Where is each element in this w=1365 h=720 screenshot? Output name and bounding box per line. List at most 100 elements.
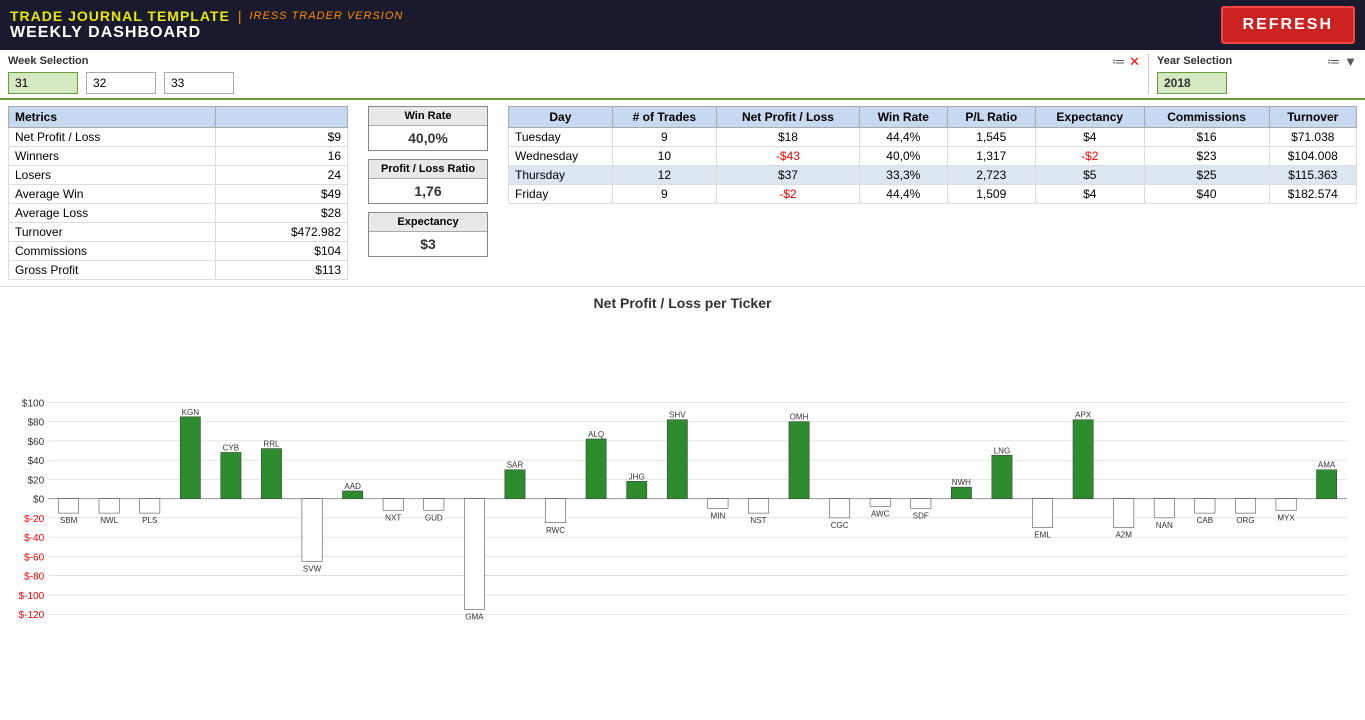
bar xyxy=(383,499,403,511)
day-turnover: $104.008 xyxy=(1269,147,1356,166)
day-commissions: $23 xyxy=(1144,147,1269,166)
day-net-pl: $18 xyxy=(716,128,859,147)
day-expectancy: $4 xyxy=(1035,185,1144,204)
metric-value: $49 xyxy=(215,185,347,204)
day-pl-ratio: 1,509 xyxy=(947,185,1035,204)
day-col-header: Day xyxy=(509,107,613,128)
day-turnover: $182.574 xyxy=(1269,185,1356,204)
bar xyxy=(1154,499,1174,518)
ticker-label: NWH xyxy=(952,478,971,487)
day-trades: 9 xyxy=(612,185,716,204)
ticker-label: APX xyxy=(1075,411,1092,420)
metric-value: $113 xyxy=(215,261,347,280)
bar xyxy=(586,439,606,499)
bar xyxy=(302,499,322,562)
header-left: TRADE JOURNAL TEMPLATE | IRESS TRADER VE… xyxy=(10,8,403,42)
bar xyxy=(505,470,525,499)
ticker-label: MIN xyxy=(711,511,726,520)
bar xyxy=(829,499,849,518)
ticker-label: CYB xyxy=(223,443,240,452)
header-titles: TRADE JOURNAL TEMPLATE | IRESS TRADER VE… xyxy=(10,8,403,42)
pl-ratio-value: 1,76 xyxy=(377,183,479,199)
win-rate-value: 40,0% xyxy=(377,130,479,146)
chart-container: $100$80$60$40$20$0$-20$-40$-60$-80$-100$… xyxy=(8,315,1357,702)
year-filter-sort-icon[interactable]: ≔ xyxy=(1327,54,1340,70)
metric-label: Commissions xyxy=(9,242,216,261)
week-input-2[interactable] xyxy=(86,72,156,94)
year-input[interactable] xyxy=(1157,72,1227,94)
svg-text:$-40: $-40 xyxy=(24,533,45,544)
year-filter-clear-icon[interactable]: ▼ xyxy=(1344,54,1357,70)
ticker-label: SAR xyxy=(507,461,524,470)
metric-label: Losers xyxy=(9,166,216,185)
bar-chart: $100$80$60$40$20$0$-20$-40$-60$-80$-100$… xyxy=(8,315,1357,702)
ticker-label: SDF xyxy=(913,511,929,520)
week-input-1[interactable] xyxy=(8,72,78,94)
metrics-col-header: Metrics xyxy=(9,107,216,128)
win-rate-box: Win Rate 40,0% xyxy=(368,106,488,151)
bar xyxy=(1195,499,1215,513)
metric-value: $104 xyxy=(215,242,347,261)
week-inputs-row xyxy=(8,72,1140,94)
week-selection-area: Week Selection ≔ ✕ xyxy=(8,54,1140,94)
bar xyxy=(708,499,728,509)
metrics-row: Winners16 xyxy=(9,147,348,166)
svg-text:$0: $0 xyxy=(33,495,45,506)
metrics-row: Gross Profit$113 xyxy=(9,261,348,280)
metric-label: Net Profit / Loss xyxy=(9,128,216,147)
expectancy-value: $3 xyxy=(377,236,479,252)
pl-ratio-label: Profit / Loss Ratio xyxy=(369,160,487,179)
week-filter-clear-icon[interactable]: ✕ xyxy=(1129,54,1140,70)
day-win-rate: 33,3% xyxy=(860,166,948,185)
metric-value: 16 xyxy=(215,147,347,166)
day-name: Thursday xyxy=(509,166,613,185)
day-turnover: $71.038 xyxy=(1269,128,1356,147)
chart-title: Net Profit / Loss per Ticker xyxy=(8,295,1357,311)
bar xyxy=(261,449,281,499)
metric-label: Winners xyxy=(9,147,216,166)
metric-value: $9 xyxy=(215,128,347,147)
pl-ratio-box: Profit / Loss Ratio 1,76 xyxy=(368,159,488,204)
ticker-label: EML xyxy=(1034,531,1051,540)
bar xyxy=(992,455,1012,498)
header-divider: | xyxy=(238,8,242,24)
svg-text:$-20: $-20 xyxy=(24,514,45,525)
day-net-pl: -$2 xyxy=(716,185,859,204)
svg-text:$-80: $-80 xyxy=(24,572,45,583)
year-selection-label: Year Selection xyxy=(1157,55,1232,67)
bar xyxy=(140,499,160,513)
refresh-button[interactable]: REFRESH xyxy=(1221,6,1355,44)
day-expectancy: $5 xyxy=(1035,166,1144,185)
metrics-row: Turnover$472.982 xyxy=(9,223,348,242)
week-filter-sort-icon[interactable]: ≔ xyxy=(1112,54,1125,70)
bar xyxy=(1114,499,1134,528)
week-selection-label: Week Selection xyxy=(8,55,89,67)
day-col-header: # of Trades xyxy=(612,107,716,128)
ticker-label: AMA xyxy=(1318,461,1336,470)
day-commissions: $25 xyxy=(1144,166,1269,185)
ticker-label: NST xyxy=(750,516,766,525)
metrics-table: Metrics Net Profit / Loss$9Winners16Lose… xyxy=(8,106,348,280)
metric-value: 24 xyxy=(215,166,347,185)
day-expectancy: -$2 xyxy=(1035,147,1144,166)
ticker-label: NXT xyxy=(385,513,401,522)
bar xyxy=(545,499,565,523)
bar xyxy=(1276,499,1296,511)
chart-section: Net Profit / Loss per Ticker $100$80$60$… xyxy=(0,287,1365,720)
ticker-label: RRL xyxy=(263,440,280,449)
day-win-rate: 44,4% xyxy=(860,128,948,147)
day-table: Day# of TradesNet Profit / LossWin RateP… xyxy=(508,106,1357,280)
day-name: Wednesday xyxy=(509,147,613,166)
ticker-label: MYX xyxy=(1277,513,1295,522)
metric-label: Average Win xyxy=(9,185,216,204)
ticker-label: NAN xyxy=(1156,521,1173,530)
day-trades: 12 xyxy=(612,166,716,185)
metrics-row: Average Loss$28 xyxy=(9,204,348,223)
metric-label: Turnover xyxy=(9,223,216,242)
day-pl-ratio: 2,723 xyxy=(947,166,1035,185)
week-input-3[interactable] xyxy=(164,72,234,94)
metrics-row: Average Win$49 xyxy=(9,185,348,204)
day-name: Friday xyxy=(509,185,613,204)
stats-boxes: Win Rate 40,0% Profit / Loss Ratio 1,76 … xyxy=(348,106,508,280)
ticker-label: OMH xyxy=(790,413,809,422)
